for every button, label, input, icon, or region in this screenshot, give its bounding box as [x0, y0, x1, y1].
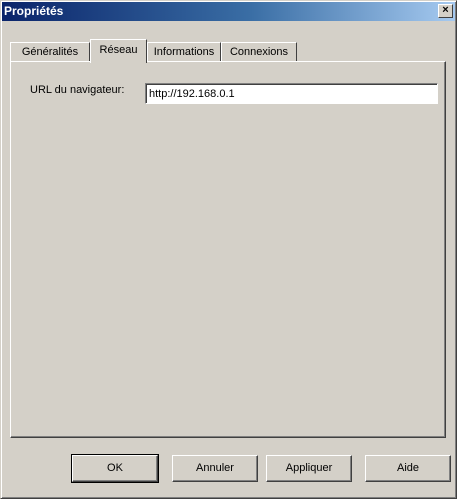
tab-generalites[interactable]: Généralités [10, 42, 90, 61]
close-button[interactable]: × [438, 4, 453, 18]
reseau-panel [10, 61, 446, 438]
close-icon: × [442, 4, 449, 16]
apply-button[interactable]: Appliquer [266, 455, 352, 482]
url-input[interactable] [145, 83, 438, 104]
tab-reseau[interactable]: Réseau [90, 39, 147, 63]
tab-connexions[interactable]: Connexions [221, 42, 297, 61]
help-button[interactable]: Aide [365, 455, 451, 482]
url-label: URL du navigateur: [30, 84, 125, 96]
cancel-button[interactable]: Annuler [172, 455, 258, 482]
ok-button[interactable]: OK [71, 454, 159, 483]
window-title: Propriétés [4, 4, 64, 18]
title-bar[interactable]: Propriétés × [2, 2, 455, 21]
tab-informations[interactable]: Informations [147, 42, 221, 61]
